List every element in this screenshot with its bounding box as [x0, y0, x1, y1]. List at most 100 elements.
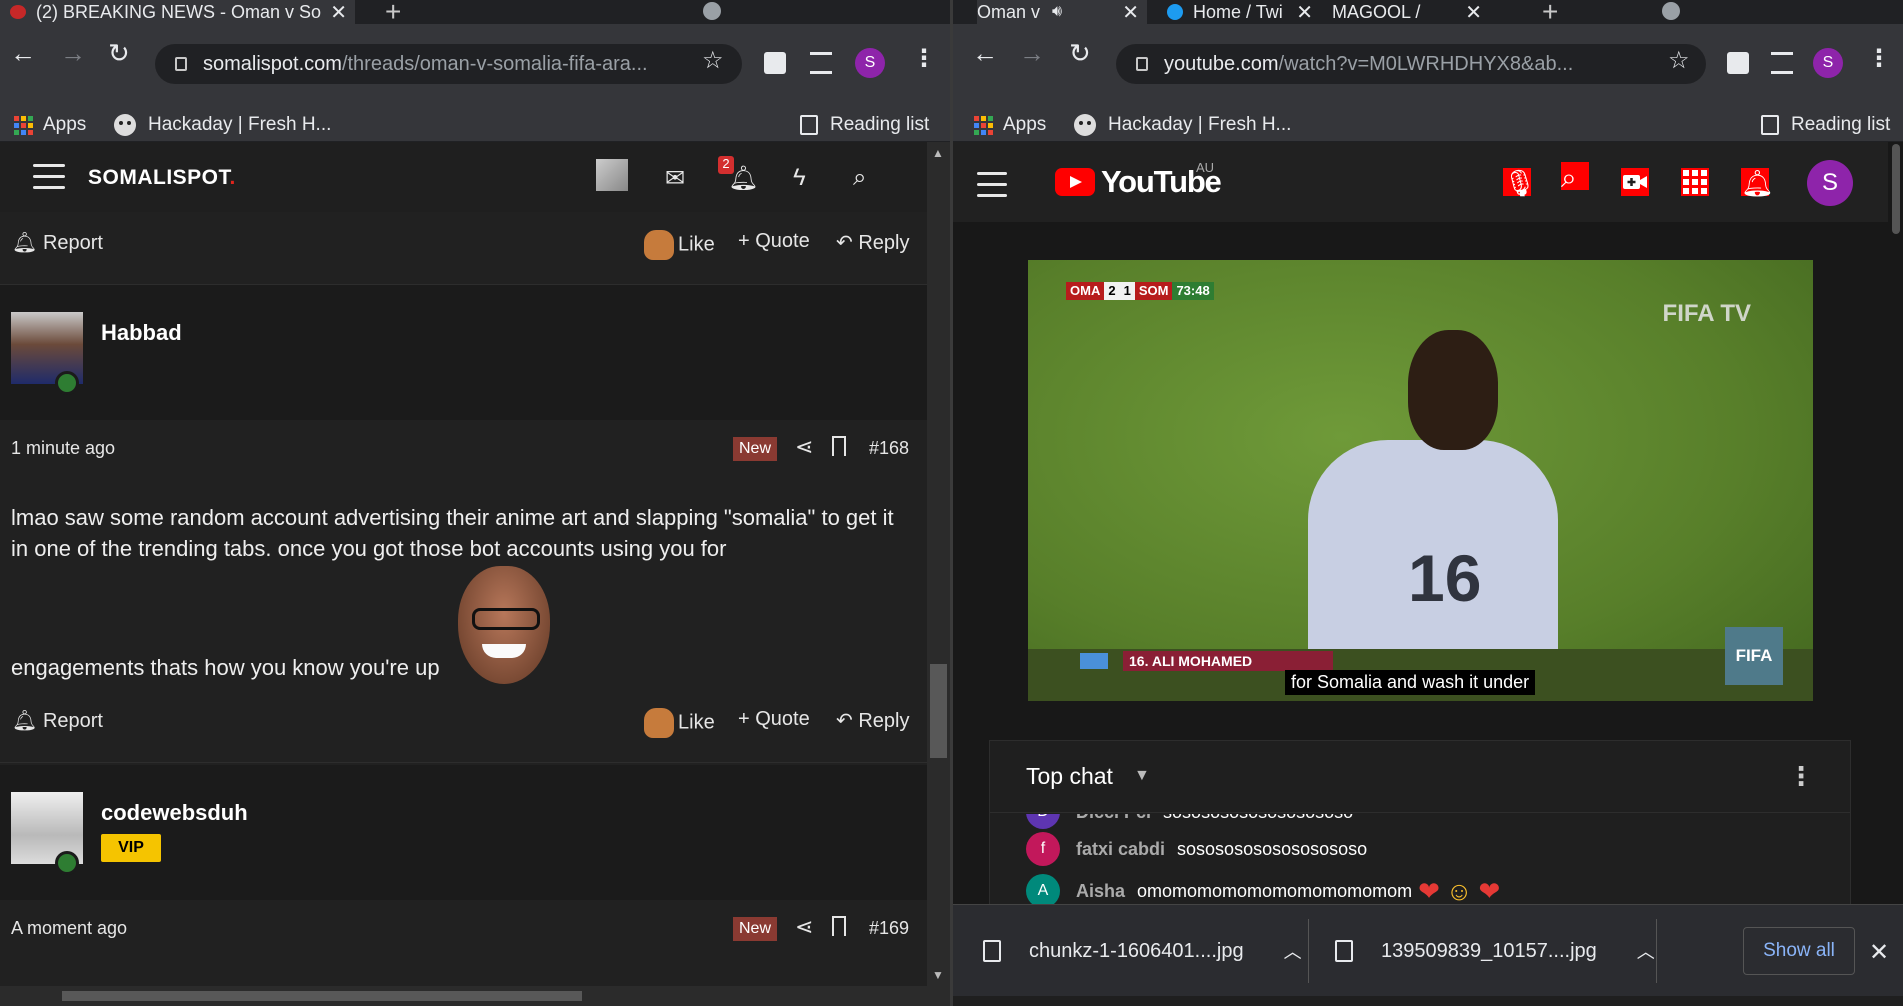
- horizontal-scroll-thumb[interactable]: [62, 991, 582, 1001]
- post-number[interactable]: #168: [869, 438, 909, 459]
- like-button[interactable]: Like: [644, 708, 715, 738]
- bookmark-icon[interactable]: [832, 436, 846, 456]
- reload-button[interactable]: ↻: [1069, 38, 1091, 69]
- chat-author[interactable]: Dicci Pci: [1076, 814, 1151, 823]
- address-bar[interactable]: somalispot.com/threads/oman-v-somalia-fi…: [155, 44, 742, 84]
- page-scrollbar[interactable]: [1889, 142, 1903, 1006]
- username-codewebsduh[interactable]: codewebsduh: [101, 800, 248, 826]
- back-button[interactable]: ←: [972, 38, 998, 69]
- chat-text: sosososososososososo: [1163, 814, 1353, 823]
- bookmark-icon[interactable]: [832, 916, 846, 936]
- post-time[interactable]: A moment ago: [11, 918, 127, 939]
- media-controls-icon[interactable]: [810, 52, 832, 74]
- file-icon: [1335, 940, 1353, 962]
- close-tab-icon[interactable]: ✕: [1296, 0, 1313, 24]
- show-all-downloads-button[interactable]: Show all: [1743, 927, 1855, 975]
- microphone-icon[interactable]: 🎙︎: [1503, 168, 1536, 198]
- chat-header: Top chat ▼ ⋮: [990, 741, 1850, 813]
- bookmark-apps[interactable]: Apps: [14, 114, 86, 136]
- heart-emoji-icon: ❤: [1418, 875, 1440, 906]
- media-controls-icon[interactable]: [1771, 52, 1793, 74]
- chat-avatar[interactable]: D: [1026, 814, 1060, 829]
- close-tab-icon[interactable]: ✕: [1122, 0, 1139, 24]
- scroll-thumb[interactable]: [930, 664, 947, 758]
- tab-twitter[interactable]: Home / Twi ✕: [1157, 0, 1321, 24]
- bookmark-hackaday[interactable]: Hackaday | Fresh H...: [114, 114, 331, 136]
- chrome-menu-icon[interactable]: ⋮: [912, 44, 936, 73]
- user-avatar[interactable]: [596, 159, 628, 191]
- watch-page: OMA 2 1 SOM 73:48 FIFA TV 16 16. ALI MOH…: [953, 222, 1888, 1006]
- download-item-2[interactable]: 139509839_10157....jpg ︿: [1335, 927, 1655, 975]
- reply-button[interactable]: ↶ Reply: [836, 708, 909, 733]
- reading-list-button[interactable]: Reading list: [1761, 114, 1890, 136]
- search-icon[interactable]: ⌕: [853, 164, 866, 192]
- post-time[interactable]: 1 minute ago: [11, 438, 115, 459]
- notifications-bell-icon[interactable]: 🔔︎: [1741, 168, 1774, 198]
- bookmark-star-icon[interactable]: ☆: [1668, 46, 1690, 75]
- match-clock: 73:48: [1172, 282, 1214, 300]
- mail-icon[interactable]: ✉: [665, 164, 685, 193]
- profile-avatar[interactable]: S: [1813, 48, 1843, 78]
- chat-author[interactable]: Aisha: [1076, 881, 1125, 902]
- account-avatar[interactable]: S: [1807, 160, 1853, 206]
- close-tab-icon[interactable]: ✕: [1465, 0, 1482, 24]
- more-options-icon[interactable]: ⋮: [1788, 761, 1814, 792]
- guide-menu-icon[interactable]: [977, 172, 1007, 205]
- reading-list-button[interactable]: Reading list: [800, 114, 929, 136]
- site-logo[interactable]: SOMALISPOT.: [88, 166, 236, 190]
- close-downloads-icon[interactable]: ✕: [1869, 938, 1889, 967]
- search-icon[interactable]: ⌕: [1561, 162, 1589, 193]
- chat-avatar[interactable]: A: [1026, 874, 1060, 908]
- horizontal-scrollbar[interactable]: [0, 986, 950, 1006]
- back-button[interactable]: ←: [10, 38, 36, 69]
- create-video-icon[interactable]: [1621, 168, 1649, 196]
- scroll-down-arrow-icon[interactable]: ▼: [932, 968, 944, 982]
- score2: 1: [1119, 282, 1135, 300]
- username-habbad[interactable]: Habbad: [101, 320, 182, 346]
- hamburger-menu-icon[interactable]: [33, 164, 65, 197]
- bookmark-star-icon[interactable]: ☆: [702, 46, 724, 75]
- tab-strip: (2) BREAKING NEWS - Oman v So ✕ +: [0, 0, 950, 27]
- tab-somalispot[interactable]: (2) BREAKING NEWS - Oman v So ✕: [0, 0, 355, 24]
- reply-button[interactable]: ↶ Reply: [836, 230, 909, 255]
- share-icon[interactable]: ⋖: [795, 914, 813, 940]
- forward-button[interactable]: →: [1019, 38, 1045, 69]
- speaker-icon[interactable]: 🔊︎: [1052, 3, 1062, 21]
- bookmark-apps[interactable]: Apps: [974, 114, 1046, 136]
- chevron-down-icon[interactable]: ▼: [1134, 767, 1150, 785]
- report-button[interactable]: 🔔︎ Report: [12, 230, 103, 255]
- chrome-menu-icon[interactable]: ⋮: [1867, 44, 1891, 73]
- tab-search-icon[interactable]: [703, 2, 721, 20]
- lightning-icon[interactable]: ϟ: [793, 164, 806, 192]
- reload-button[interactable]: ↻: [108, 38, 130, 69]
- forward-button[interactable]: →: [60, 38, 86, 69]
- tab-magool[interactable]: MAGOOL / ✕: [1332, 0, 1490, 25]
- scroll-up-arrow-icon[interactable]: ▲: [932, 146, 944, 160]
- quote-button[interactable]: + Quote: [738, 708, 810, 731]
- tab-youtube-oman[interactable]: Oman v 🔊︎ ✕: [977, 0, 1147, 24]
- close-tab-icon[interactable]: ✕: [330, 0, 347, 24]
- player-name-caption: 16. ALI MOHAMED: [1123, 651, 1333, 671]
- chat-author[interactable]: fatxi cabdi: [1076, 839, 1165, 860]
- tab-search-icon[interactable]: [1662, 2, 1680, 20]
- post-number[interactable]: #169: [869, 918, 909, 939]
- profile-avatar[interactable]: S: [855, 48, 885, 78]
- address-bar[interactable]: youtube.com/watch?v=M0LWRHDHYX8&ab...: [1116, 44, 1706, 84]
- report-button[interactable]: 🔔︎ Report: [12, 708, 103, 733]
- page-scrollbar[interactable]: ▲ ▼: [927, 142, 950, 986]
- extensions-icon[interactable]: [1727, 52, 1749, 74]
- share-icon[interactable]: ⋖: [795, 434, 813, 460]
- like-button[interactable]: Like: [644, 230, 715, 260]
- chevron-up-icon[interactable]: ︿: [1284, 938, 1302, 964]
- scroll-thumb[interactable]: [1892, 144, 1900, 234]
- chat-avatar[interactable]: f: [1026, 832, 1060, 866]
- extensions-icon[interactable]: [764, 52, 786, 74]
- quote-button[interactable]: + Quote: [738, 230, 810, 253]
- bookmark-hackaday[interactable]: Hackaday | Fresh H...: [1074, 114, 1291, 136]
- video-player[interactable]: OMA 2 1 SOM 73:48 FIFA TV 16 16. ALI MOH…: [1028, 260, 1813, 701]
- download-item-1[interactable]: chunkz-1-1606401....jpg ︿: [983, 927, 1302, 975]
- lock-icon: [1136, 57, 1148, 71]
- chat-mode-selector[interactable]: Top chat: [1026, 763, 1113, 790]
- apps-grid-icon[interactable]: [1681, 168, 1709, 196]
- chevron-up-icon[interactable]: ︿: [1637, 938, 1655, 964]
